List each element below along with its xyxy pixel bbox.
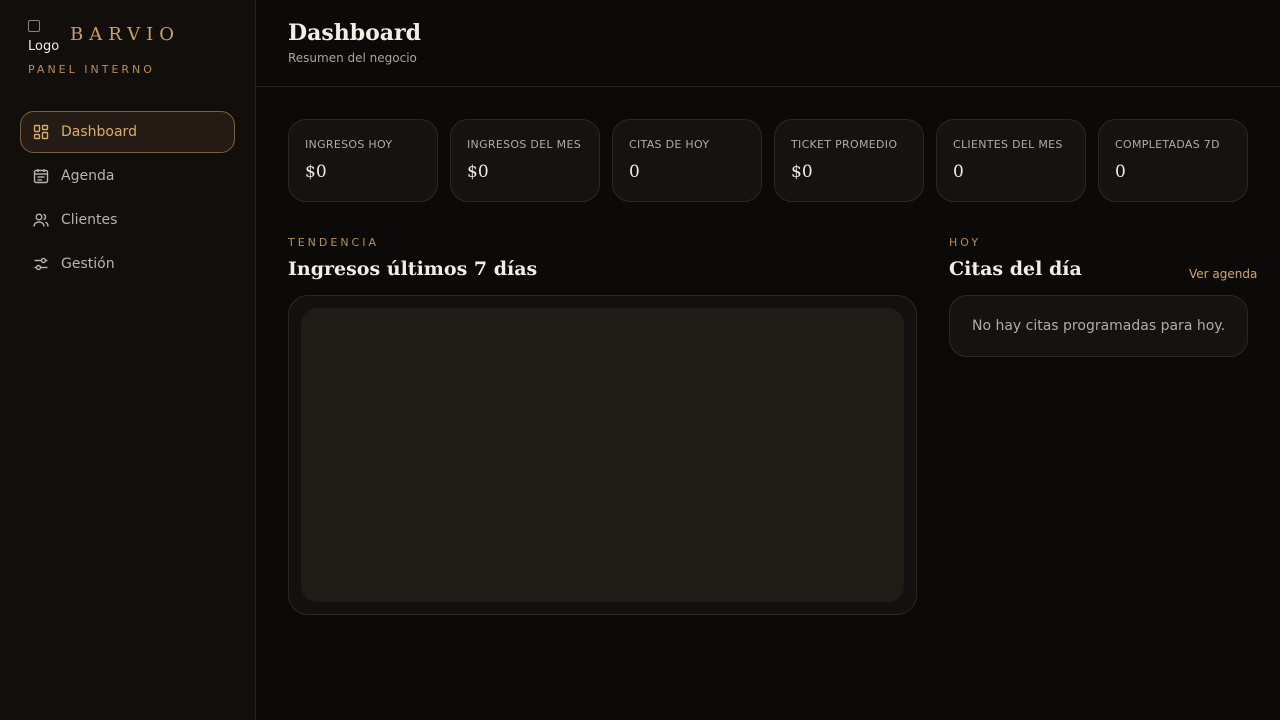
stat-card-completadas-7d: COMPLETADAS 7D 0 [1098, 119, 1248, 202]
sidebar-item-label: Gestión [61, 256, 115, 272]
page-title: Dashboard [288, 20, 421, 46]
view-agenda-link[interactable]: Ver agenda [1189, 267, 1257, 281]
sidebar-item-label: Agenda [61, 168, 115, 184]
sidebar-item-agenda[interactable]: Agenda [20, 155, 235, 197]
users-icon [33, 213, 49, 227]
empty-appointments-message: No hay citas programadas para hoy. [971, 318, 1226, 334]
logo-image: Logo [28, 20, 64, 56]
broken-image-icon [28, 20, 40, 32]
stat-value: 0 [953, 162, 964, 182]
stat-label: TICKET PROMEDIO [791, 138, 898, 151]
stat-label: COMPLETADAS 7D [1115, 138, 1220, 151]
empty-appointments-card: No hay citas programadas para hoy. [949, 295, 1248, 357]
trend-eyebrow: TENDENCIA [288, 236, 379, 249]
stat-card-clientes-mes: CLIENTES DEL MES 0 [936, 119, 1086, 202]
stat-card-ticket-promedio: TICKET PROMEDIO $0 [774, 119, 924, 202]
today-title: Citas del día [949, 258, 1082, 280]
stat-card-ingresos-hoy: INGRESOS HOY $0 [288, 119, 438, 202]
logo-alt-text: Logo [28, 39, 60, 54]
trend-title: Ingresos últimos 7 días [288, 258, 538, 280]
sidebar-item-label: Dashboard [61, 124, 137, 140]
brand-subtitle: PANEL INTERNO [28, 63, 155, 76]
sidebar-item-clientes[interactable]: Clientes [20, 199, 235, 241]
today-eyebrow: HOY [949, 236, 982, 249]
stat-label: CITAS DE HOY [629, 138, 710, 151]
stat-value: $0 [467, 162, 489, 182]
sidebar-item-label: Clientes [61, 212, 118, 228]
sliders-icon [34, 257, 48, 271]
stat-value: $0 [791, 162, 813, 182]
stat-card-ingresos-mes: INGRESOS DEL MES $0 [450, 119, 600, 202]
stat-label: INGRESOS DEL MES [467, 138, 581, 151]
stat-value: 0 [629, 162, 640, 182]
stat-label: INGRESOS HOY [305, 138, 393, 151]
sidebar: Logo BARVIO PANEL INTERNO Dashboard Agen… [0, 0, 256, 720]
sidebar-nav: Dashboard Agenda Clientes Gestión [20, 111, 235, 287]
page-header: Dashboard Resumen del negocio [256, 0, 1280, 87]
stat-value: 0 [1115, 162, 1126, 182]
stats-row: INGRESOS HOY $0 INGRESOS DEL MES $0 CITA… [288, 119, 1248, 202]
sidebar-item-dashboard[interactable]: Dashboard [20, 111, 235, 153]
stat-label: CLIENTES DEL MES [953, 138, 1063, 151]
calendar-icon [33, 169, 49, 184]
brand-name: BARVIO [70, 24, 181, 45]
revenue-chart-card [288, 295, 917, 615]
stat-value: $0 [305, 162, 327, 182]
revenue-chart-placeholder [301, 308, 904, 602]
stat-card-citas-hoy: CITAS DE HOY 0 [612, 119, 762, 202]
dashboard-grid-icon [33, 124, 49, 140]
sidebar-item-gestion[interactable]: Gestión [20, 243, 235, 285]
page-subtitle: Resumen del negocio [288, 51, 417, 65]
